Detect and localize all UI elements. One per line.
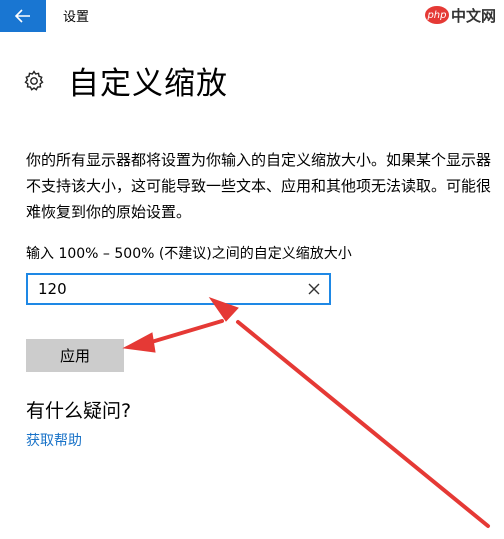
watermark-badge: php	[424, 6, 449, 24]
help-heading: 有什么疑问?	[26, 400, 132, 422]
title-bar: 设置 php 中文网	[0, 0, 504, 32]
custom-scale-input[interactable]	[28, 275, 298, 303]
scale-input-label: 输入 100% – 500% (不建议)之间的自定义缩放大小	[26, 246, 352, 262]
back-button[interactable]	[0, 0, 46, 32]
description-text: 你的所有显示器都将设置为你输入的自定义缩放大小。如果某个显示器不支持该大小，这可…	[26, 151, 492, 221]
page-header: 自定义缩放	[22, 58, 228, 103]
watermark-logo: php 中文网	[424, 3, 496, 27]
close-icon[interactable]	[305, 280, 323, 298]
watermark-text: 中文网	[450, 6, 496, 25]
apply-button[interactable]: 应用	[26, 339, 124, 372]
page-title: 自定义缩放	[68, 66, 228, 102]
scale-input-container	[26, 273, 331, 305]
annotation-arrowhead-button	[122, 332, 156, 353]
get-help-link[interactable]: 获取帮助	[26, 430, 82, 450]
annotation-arrow-line-short	[146, 319, 224, 345]
annotation-arrow-line-long	[236, 320, 490, 528]
window-title: 设置	[63, 10, 90, 25]
back-arrow-icon	[15, 9, 30, 23]
gear-icon	[24, 69, 44, 91]
